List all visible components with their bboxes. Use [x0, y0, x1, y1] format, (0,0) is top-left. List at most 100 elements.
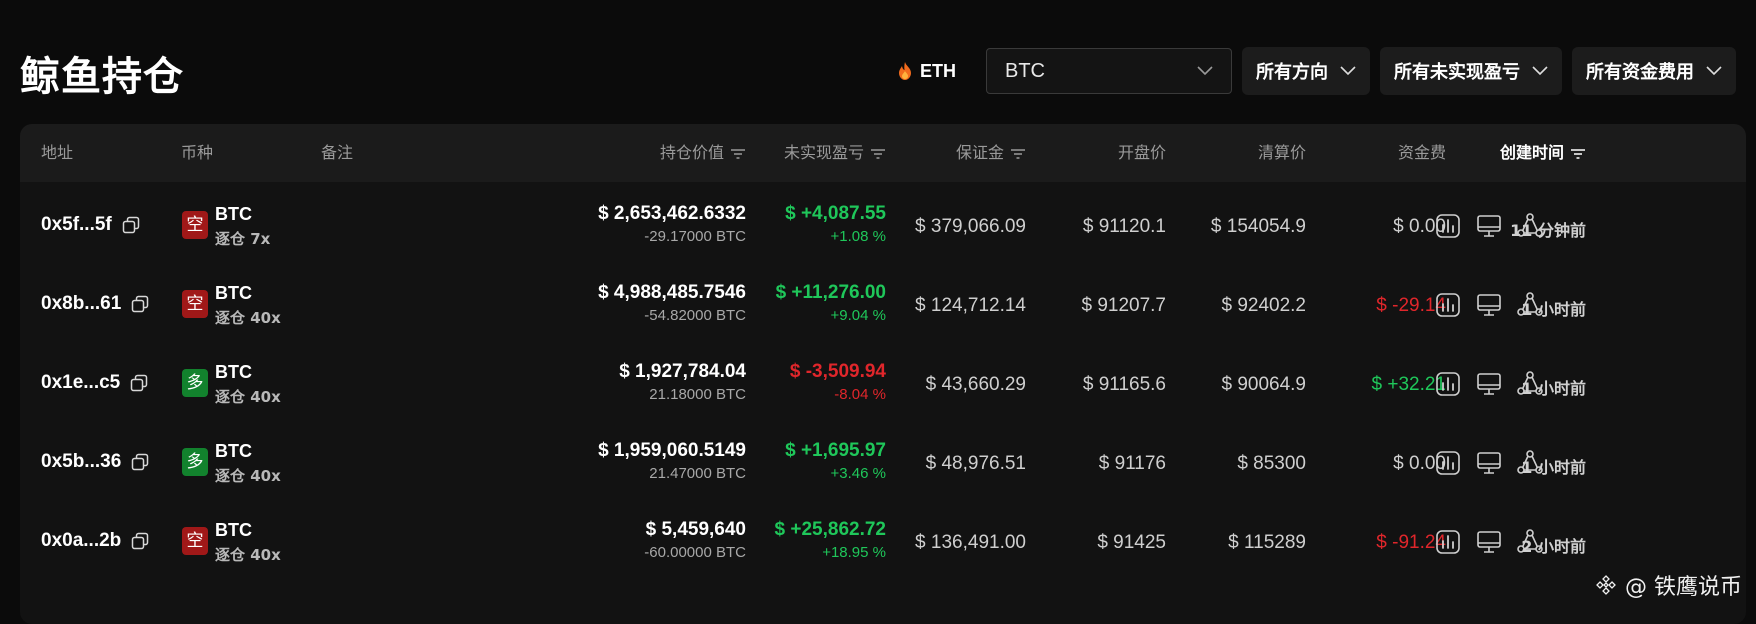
- address-cell[interactable]: 0x5f...5f: [41, 214, 140, 236]
- chart-icon[interactable]: [1434, 370, 1462, 398]
- liq-price-value: $ 92402.2: [1221, 295, 1306, 316]
- coin-select[interactable]: BTC: [986, 48, 1232, 94]
- pnl-percent: +18.95 %: [822, 544, 886, 561]
- monitor-icon[interactable]: [1475, 212, 1503, 240]
- share-network-icon[interactable]: [1516, 528, 1544, 556]
- coin-select-value: BTC: [1005, 59, 1045, 82]
- table-row[interactable]: 0x1e...c5 多 BTC 逐仓 40x $ 1,927,784.04 21…: [20, 340, 1746, 428]
- header-funding: 资金费: [1397, 143, 1446, 162]
- copy-icon[interactable]: [130, 374, 148, 392]
- liq-price-value: $ 90064.9: [1221, 374, 1306, 395]
- pnl-filter[interactable]: 所有未实现盈亏: [1380, 47, 1562, 95]
- table-row[interactable]: 0x8b...61 空 BTC 逐仓 40x $ 4,988,485.7546 …: [20, 261, 1746, 349]
- eth-coin-chip[interactable]: ETH: [898, 61, 956, 82]
- header-position-value[interactable]: 持仓价值: [660, 124, 746, 182]
- header-created-time[interactable]: 创建时间: [1500, 124, 1586, 182]
- address-cell[interactable]: 0x8b...61: [41, 293, 149, 315]
- direction-filter[interactable]: 所有方向: [1242, 47, 1370, 95]
- margin-value: $ 43,660.29: [925, 374, 1026, 395]
- funding-filter-label: 所有资金费用: [1586, 62, 1694, 83]
- address-cell[interactable]: 0x0a...2b: [41, 530, 149, 552]
- position-value: $ 1,959,060.5149: [598, 440, 746, 461]
- copy-icon[interactable]: [131, 453, 149, 471]
- position-value: $ 2,653,462.6332: [598, 203, 746, 224]
- liq-price-value: $ 154054.9: [1210, 216, 1306, 237]
- copy-icon[interactable]: [131, 532, 149, 550]
- entry-price-value: $ 91425: [1097, 532, 1166, 553]
- sort-icon: [1571, 148, 1585, 159]
- position-value-cell: $ 1,927,784.04 21.18000 BTC: [619, 361, 746, 403]
- pnl-cell: $ +4,087.55 +1.08 %: [785, 203, 886, 245]
- monitor-icon[interactable]: [1475, 370, 1503, 398]
- chart-icon[interactable]: [1434, 528, 1462, 556]
- watermark-text: @ 铁鹰说币: [1625, 575, 1742, 600]
- pnl-percent: +9.04 %: [830, 307, 886, 324]
- chevron-down-icon: [1706, 66, 1722, 76]
- entry-price-value: $ 91176: [1098, 453, 1166, 474]
- monitor-icon[interactable]: [1475, 291, 1503, 319]
- header-unrealized-pnl[interactable]: 未实现盈亏: [784, 124, 886, 182]
- chart-icon[interactable]: [1434, 212, 1462, 240]
- liq-price-value: $ 115289: [1228, 532, 1306, 553]
- side-badge: 空: [182, 527, 208, 555]
- copy-icon[interactable]: [122, 216, 140, 234]
- address-cell[interactable]: 0x5b...36: [41, 451, 149, 473]
- margin-value: $ 379,066.09: [915, 216, 1026, 237]
- table-row[interactable]: 0x5b...36 多 BTC 逐仓 40x $ 1,959,060.5149 …: [20, 419, 1746, 507]
- address-text: 0x8b...61: [41, 293, 122, 314]
- header-liq-price: 清算价: [1257, 143, 1306, 162]
- leverage-label: 逐仓 40x: [215, 467, 281, 485]
- coin-cell: BTC 逐仓 40x: [215, 520, 281, 565]
- pnl-value: $ +4,087.55: [785, 203, 886, 224]
- pnl-filter-label: 所有未实现盈亏: [1394, 62, 1520, 83]
- chevron-down-icon: [1532, 66, 1548, 76]
- pnl-cell: $ -3,509.94 -8.04 %: [790, 361, 886, 403]
- binance-logo-icon: [1596, 575, 1616, 595]
- leverage-label: 逐仓 40x: [215, 309, 281, 327]
- chart-icon[interactable]: [1434, 291, 1462, 319]
- table-row[interactable]: 0x5f...5f 空 BTC 逐仓 7x $ 2,653,462.6332 -…: [20, 182, 1746, 270]
- position-value-cell: $ 5,459,640 -60.00000 BTC: [644, 519, 746, 561]
- pnl-cell: $ +11,276.00 +9.04 %: [776, 282, 886, 324]
- sort-icon: [731, 148, 745, 159]
- copy-icon[interactable]: [131, 295, 149, 313]
- entry-price-value: $ 91120.1: [1082, 216, 1166, 237]
- table-row[interactable]: 0x0a...2b 空 BTC 逐仓 40x $ 5,459,640 -60.0…: [20, 498, 1746, 586]
- header-note: 备注: [321, 143, 354, 162]
- header-margin-label: 保证金: [955, 143, 1004, 162]
- eth-label: ETH: [920, 60, 956, 81]
- coin-symbol: BTC: [215, 204, 252, 224]
- coin-symbol: BTC: [215, 441, 252, 461]
- header-margin[interactable]: 保证金: [956, 124, 1026, 182]
- filter-toolbar: ETH BTC 所有方向 所有未实现盈亏 所有资金费用: [898, 47, 1736, 95]
- header-coin: 币种: [181, 143, 214, 162]
- table-header: 地址 币种 备注 持仓价值 未实现盈亏 保证金 开盘价 清算价 资金费 创建时间: [20, 124, 1746, 182]
- coin-symbol: BTC: [215, 283, 252, 303]
- chart-icon[interactable]: [1434, 449, 1462, 477]
- position-value-cell: $ 2,653,462.6332 -29.17000 BTC: [598, 203, 746, 245]
- share-network-icon[interactable]: [1516, 291, 1544, 319]
- coin-symbol: BTC: [215, 362, 252, 382]
- position-value-cell: $ 1,959,060.5149 21.47000 BTC: [598, 440, 746, 482]
- share-network-icon[interactable]: [1516, 370, 1544, 398]
- coin-cell: BTC 逐仓 40x: [215, 441, 281, 486]
- flame-icon: [899, 62, 911, 80]
- share-network-icon[interactable]: [1516, 212, 1544, 240]
- pnl-percent: +3.46 %: [830, 465, 886, 482]
- position-size: 21.18000 BTC: [649, 386, 746, 403]
- pnl-cell: $ +1,695.97 +3.46 %: [785, 440, 886, 482]
- monitor-icon[interactable]: [1475, 449, 1503, 477]
- header-created-time-label: 创建时间: [1499, 143, 1564, 162]
- header-position-value-label: 持仓价值: [659, 143, 724, 162]
- monitor-icon[interactable]: [1475, 528, 1503, 556]
- address-cell[interactable]: 0x1e...c5: [41, 372, 148, 394]
- funding-filter[interactable]: 所有资金费用: [1572, 47, 1736, 95]
- chevron-down-icon: [1197, 66, 1213, 76]
- address-text: 0x0a...2b: [41, 530, 122, 551]
- pnl-cell: $ +25,862.72 +18.95 %: [775, 519, 886, 561]
- share-network-icon[interactable]: [1516, 449, 1544, 477]
- chevron-down-icon: [1340, 66, 1356, 76]
- address-text: 0x1e...c5: [41, 372, 121, 393]
- coin-cell: BTC 逐仓 40x: [215, 283, 281, 328]
- header-unrealized-pnl-label: 未实现盈亏: [783, 143, 864, 162]
